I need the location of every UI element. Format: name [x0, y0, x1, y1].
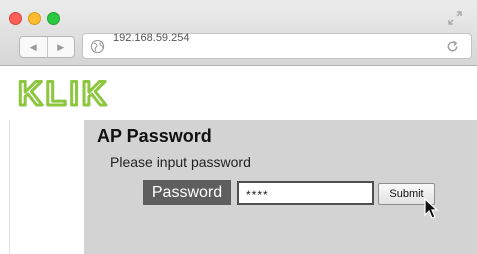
password-label: Password: [143, 180, 231, 205]
page-title: AP Password: [97, 126, 212, 146]
url-text: 192.168.59.254: [113, 32, 190, 44]
address-bar[interactable]: 192.168.59.254: [82, 32, 472, 59]
password-input[interactable]: ****: [237, 181, 374, 205]
klik-logo: KLIK: [17, 74, 109, 110]
navigation-buttons: ◀ ▶: [19, 36, 75, 58]
password-panel: AP Password Please input password Passwo…: [84, 120, 477, 254]
mouse-pointer-icon: [424, 198, 439, 219]
reload-icon[interactable]: [445, 39, 460, 54]
close-window-button[interactable]: [9, 12, 22, 25]
minimize-window-button[interactable]: [28, 12, 41, 25]
instruction-text: Please input password: [110, 154, 251, 170]
svg-text:KLIK: KLIK: [18, 75, 109, 110]
page-divider: [9, 120, 10, 254]
browser-titlebar: ◀ ▶ 192.168.59.254: [0, 0, 477, 66]
globe-icon: [90, 39, 105, 54]
maximize-window-button[interactable]: [47, 12, 60, 25]
forward-button[interactable]: ▶: [46, 37, 75, 57]
back-button[interactable]: ◀: [20, 37, 47, 57]
fullscreen-icon[interactable]: [447, 10, 463, 26]
